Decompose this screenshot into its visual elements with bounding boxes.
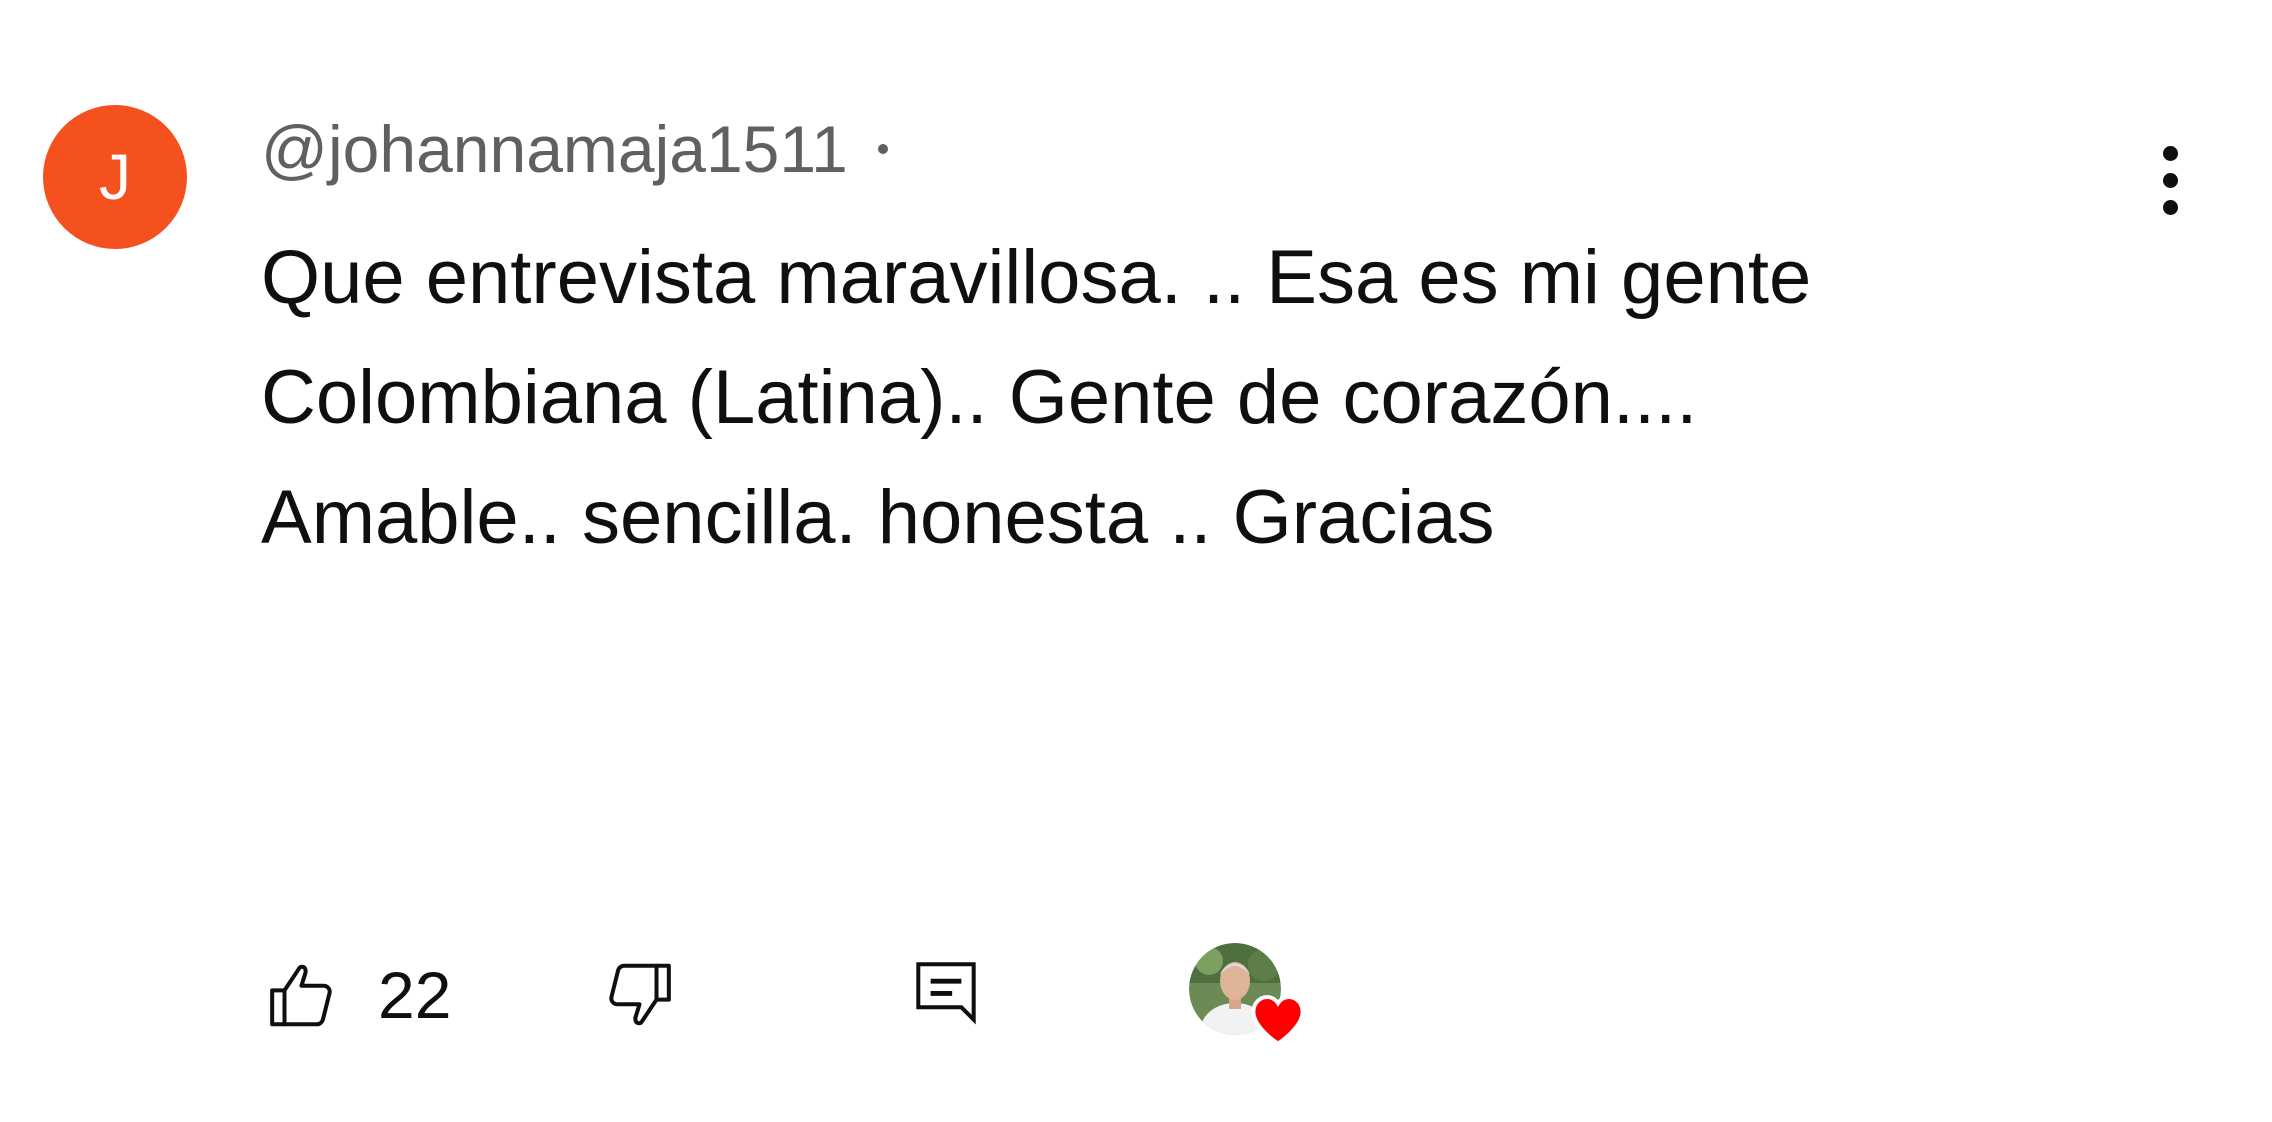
- heart-icon: [1251, 995, 1305, 1046]
- reply-button[interactable]: [909, 940, 983, 1050]
- comment-header: @johannamaja1511: [261, 104, 888, 194]
- comment-text: Que entrevista maravillosa. .. Esa es mi…: [261, 218, 2111, 578]
- author-avatar[interactable]: J: [43, 105, 187, 249]
- comment-line: Que entrevista maravillosa. .. Esa es mi…: [261, 235, 1812, 320]
- more-options-button[interactable]: [2130, 130, 2210, 230]
- comment-reply-icon: [916, 962, 976, 1025]
- separator-dot: [877, 144, 888, 154]
- comment-actions: 22: [261, 940, 2161, 1050]
- creator-heart-badge[interactable]: [1189, 940, 1319, 1050]
- thumbs-up-icon: [270, 964, 332, 1027]
- more-vertical-icon: [2162, 145, 2178, 161]
- author-initial: J: [99, 141, 131, 213]
- like-button[interactable]: 22: [266, 940, 451, 1050]
- dislike-button[interactable]: [601, 940, 675, 1050]
- like-count: 22: [378, 958, 452, 1032]
- comment-item: J @johannamaja1511 Que entrevista maravi…: [0, 0, 2272, 1122]
- comment-line: Colombiana (Latina).. Gente de corazón..…: [261, 355, 1698, 440]
- author-handle[interactable]: @johannamaja1511: [261, 104, 848, 194]
- thumbs-down-icon: [609, 963, 671, 1026]
- comment-line: Amable.. sencilla. honesta .. Gracias: [261, 475, 1495, 560]
